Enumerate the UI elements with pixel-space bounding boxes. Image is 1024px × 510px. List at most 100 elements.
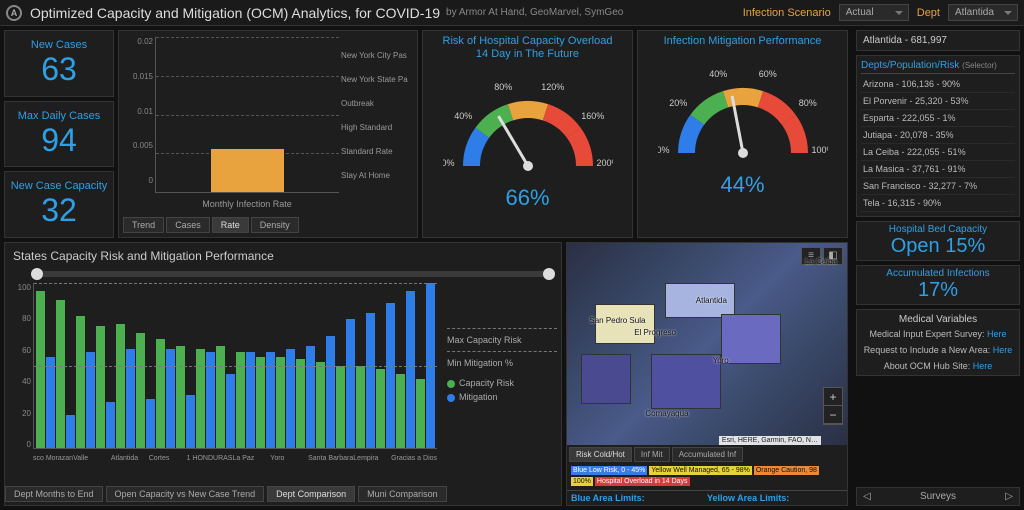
bar-mitigation[interactable] (406, 291, 415, 448)
bar-risk[interactable] (336, 366, 345, 449)
bar-mitigation[interactable] (166, 349, 175, 448)
range-slider[interactable] (35, 271, 551, 277)
bar-risk[interactable] (96, 326, 105, 448)
med-link-2[interactable]: Here (993, 345, 1013, 355)
bar-mitigation[interactable] (86, 352, 95, 448)
med-line3: About OCM Hub Site: (884, 361, 971, 371)
gauge-risk-panel: Risk of Hospital Capacity Overload 14 Da… (422, 30, 633, 238)
bar-mitigation[interactable] (286, 349, 295, 448)
rate-tab-density[interactable]: Density (251, 217, 299, 233)
dept-list-item[interactable]: La Masica - 37,761 - 91% (861, 161, 1015, 178)
bar-mitigation[interactable] (326, 336, 335, 448)
bar-mitigation[interactable] (186, 395, 195, 448)
svg-text:80%: 80% (494, 82, 512, 92)
med-link-3[interactable]: Here (973, 361, 993, 371)
bar-risk[interactable] (176, 346, 185, 448)
bottom-tab[interactable]: Dept Comparison (267, 486, 355, 502)
rate-tab-trend[interactable]: Trend (123, 217, 164, 233)
gauge-risk-subtitle: 14 Day in The Future (476, 48, 579, 60)
bed-label: Hospital Bed Capacity (859, 224, 1017, 235)
rate-ref: Standard Rate (341, 147, 411, 156)
bar-xlabel: Santa Barbara (308, 455, 353, 462)
bar-risk[interactable] (416, 379, 425, 448)
bar-risk[interactable] (376, 369, 385, 448)
chevron-left-icon[interactable]: ◁ (863, 491, 871, 502)
bottom-tab[interactable]: Muni Comparison (358, 486, 447, 502)
bar-risk[interactable] (316, 362, 325, 448)
bar-mitigation[interactable] (106, 402, 115, 448)
rate-ref: High Standard (341, 123, 411, 132)
bar-risk[interactable] (276, 357, 285, 448)
dept-list-item[interactable]: La Ceiba - 222,055 - 51% (861, 144, 1015, 161)
bar-risk[interactable] (156, 339, 165, 448)
bar-mitigation[interactable] (386, 303, 395, 448)
map-canvas[interactable]: ≡ ◧ La Ceiba Atlantida San Pedro Sula El… (567, 243, 847, 445)
bar-mitigation[interactable] (306, 346, 315, 448)
bottom-tab[interactable]: Dept Months to End (5, 486, 103, 502)
bar-mitigation[interactable] (126, 349, 135, 448)
slider-handle-right[interactable] (543, 268, 555, 280)
kpi-capacity-value: 32 (41, 192, 77, 229)
zoom-in-button[interactable]: + (824, 388, 842, 406)
bar-risk[interactable] (196, 349, 205, 448)
bar-mitigation[interactable] (226, 374, 235, 448)
bar-risk[interactable] (216, 346, 225, 448)
bar-mitigation[interactable] (246, 352, 255, 448)
svg-text:160%: 160% (581, 111, 604, 121)
rate-tab-rate[interactable]: Rate (212, 217, 249, 233)
bar-mitigation[interactable] (66, 415, 75, 448)
scenario-select[interactable]: Actual (839, 4, 909, 21)
bar-risk[interactable] (296, 359, 305, 448)
surveys-nav[interactable]: ◁ Surveys ▷ (856, 487, 1020, 506)
bar-mitigation[interactable] (146, 399, 155, 449)
bar-mitigation[interactable] (346, 319, 355, 448)
map-tab[interactable]: Inf Mit (634, 447, 670, 462)
gauge-mit-panel: Infection Mitigation Performance 0%20%40… (637, 30, 848, 238)
map-panel: ≡ ◧ La Ceiba Atlantida San Pedro Sula El… (566, 242, 848, 506)
bottom-tab[interactable]: Open Capacity vs New Case Trend (106, 486, 265, 502)
bar-mitigation[interactable] (46, 357, 55, 448)
map-legend: Blue Low Risk, 0 - 45% Yellow Well Manag… (567, 464, 847, 490)
legend-red: Hospital Overload in 14 Days (595, 477, 690, 486)
map-tab[interactable]: Accumulated Inf (672, 447, 743, 462)
bar-risk[interactable] (256, 357, 265, 448)
map-tab[interactable]: Risk Cold/Hot (569, 447, 632, 462)
dept-list-item[interactable]: El Porvenir - 25,320 - 53% (861, 93, 1015, 110)
bar-mitigation[interactable] (266, 352, 275, 448)
bar-risk[interactable] (136, 333, 145, 449)
bar-risk[interactable] (36, 291, 45, 448)
dept-list-item[interactable]: Arizona - 106,136 - 90% (861, 76, 1015, 93)
svg-text:200%: 200% (596, 158, 613, 168)
map-city: El Progreso (634, 328, 676, 337)
svg-text:0%: 0% (443, 158, 455, 168)
svg-text:100%: 100% (811, 145, 828, 155)
dept-list-item[interactable]: Jutiapa - 20,078 - 35% (861, 127, 1015, 144)
dept-list-item[interactable]: Esparta - 222,055 - 1% (861, 110, 1015, 127)
med-line2: Request to Include a New Area: (864, 345, 991, 355)
bar-risk[interactable] (116, 324, 125, 448)
gauge-mit-title: Infection Mitigation Performance (664, 35, 822, 47)
bar-ref2: Min Mitigation % (447, 358, 557, 368)
dept-list-item[interactable]: San Francisco - 32,277 - 7% (861, 178, 1015, 195)
dept-list-item[interactable]: Tela - 16,315 - 90% (861, 195, 1015, 212)
bar-risk[interactable] (356, 366, 365, 449)
bar-xlabel: Atlantida (111, 455, 138, 462)
bar-risk[interactable] (236, 352, 245, 448)
bar-risk[interactable] (76, 316, 85, 448)
bar-ref1: Max Capacity Risk (447, 335, 557, 345)
bar-mitigation[interactable] (206, 352, 215, 448)
bar-risk[interactable] (56, 300, 65, 449)
rate-xlabel: Monthly Infection Rate (155, 199, 339, 209)
surveys-label: Surveys (920, 491, 956, 502)
bar-mitigation[interactable] (366, 313, 375, 448)
bar-risk[interactable] (396, 374, 405, 448)
bar-xlabel: La Paz (232, 455, 254, 462)
dept-select[interactable]: Atlantida (948, 4, 1018, 21)
slider-handle-left[interactable] (31, 268, 43, 280)
zoom-out-button[interactable]: − (824, 406, 842, 424)
app-logo-icon: A (6, 5, 22, 21)
bar-leg-mit: Mitigation (459, 392, 498, 402)
rate-tab-cases[interactable]: Cases (166, 217, 210, 233)
chevron-right-icon[interactable]: ▷ (1005, 491, 1013, 502)
med-link-1[interactable]: Here (987, 329, 1007, 339)
